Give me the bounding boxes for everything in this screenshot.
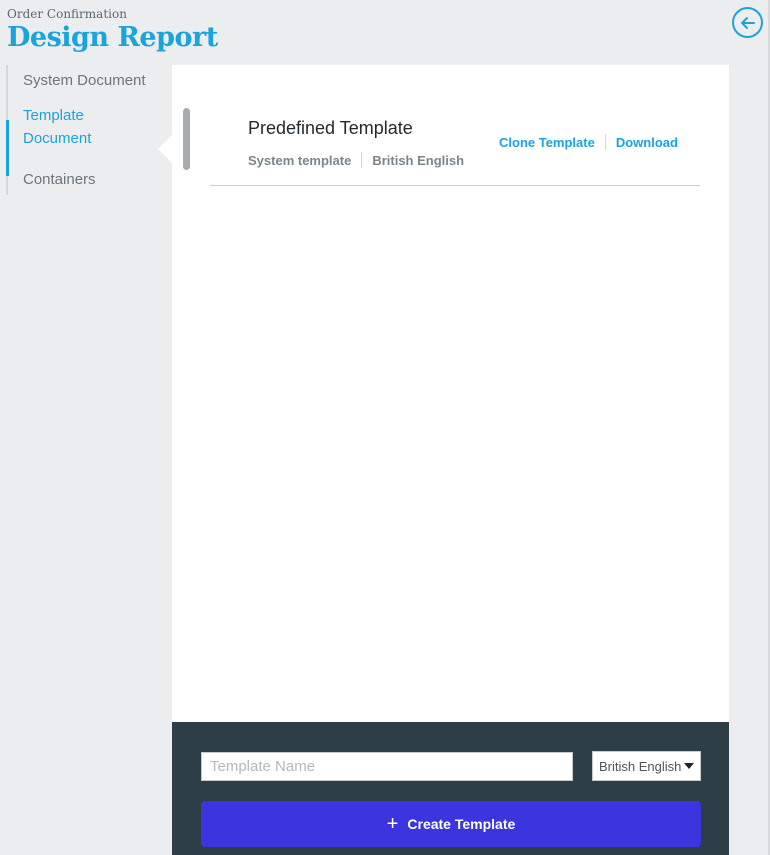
clone-template-link[interactable]: Clone Template [499,135,595,150]
actions-divider [604,134,606,150]
template-language: British English [372,152,465,168]
scrollbar-thumb[interactable] [183,108,190,170]
create-template-label: Create Template [407,816,516,832]
sidebar-active-indicator [6,120,9,176]
back-button[interactable] [732,7,763,38]
sidebar-nav: System Document Template Document Contai… [6,65,156,195]
plus-icon: + [386,813,399,835]
back-arrow-circle-icon [740,16,755,29]
language-select[interactable]: British English [592,751,701,781]
language-select-value: British English [599,758,682,774]
template-divider [210,185,700,186]
caret-down-icon [684,763,694,769]
page-title: Design Report [7,22,218,53]
sidebar-item-template-document[interactable]: Template Document [8,100,148,154]
sidebar-item-containers[interactable]: Containers [8,164,148,195]
template-name-input[interactable] [201,752,573,781]
header-subtitle: Order Confirmation [7,7,127,21]
template-type: System template [248,152,352,168]
sidebar-item-system-document[interactable]: System Document [8,65,148,96]
panel-pointer [158,135,172,163]
meta-divider [361,152,363,168]
download-link[interactable]: Download [616,135,678,150]
template-title: Predefined Template [248,118,413,138]
template-actions: Clone Template Download [499,134,678,150]
create-template-button[interactable]: + Create Template [201,801,701,847]
template-meta: System template British English [248,152,464,168]
